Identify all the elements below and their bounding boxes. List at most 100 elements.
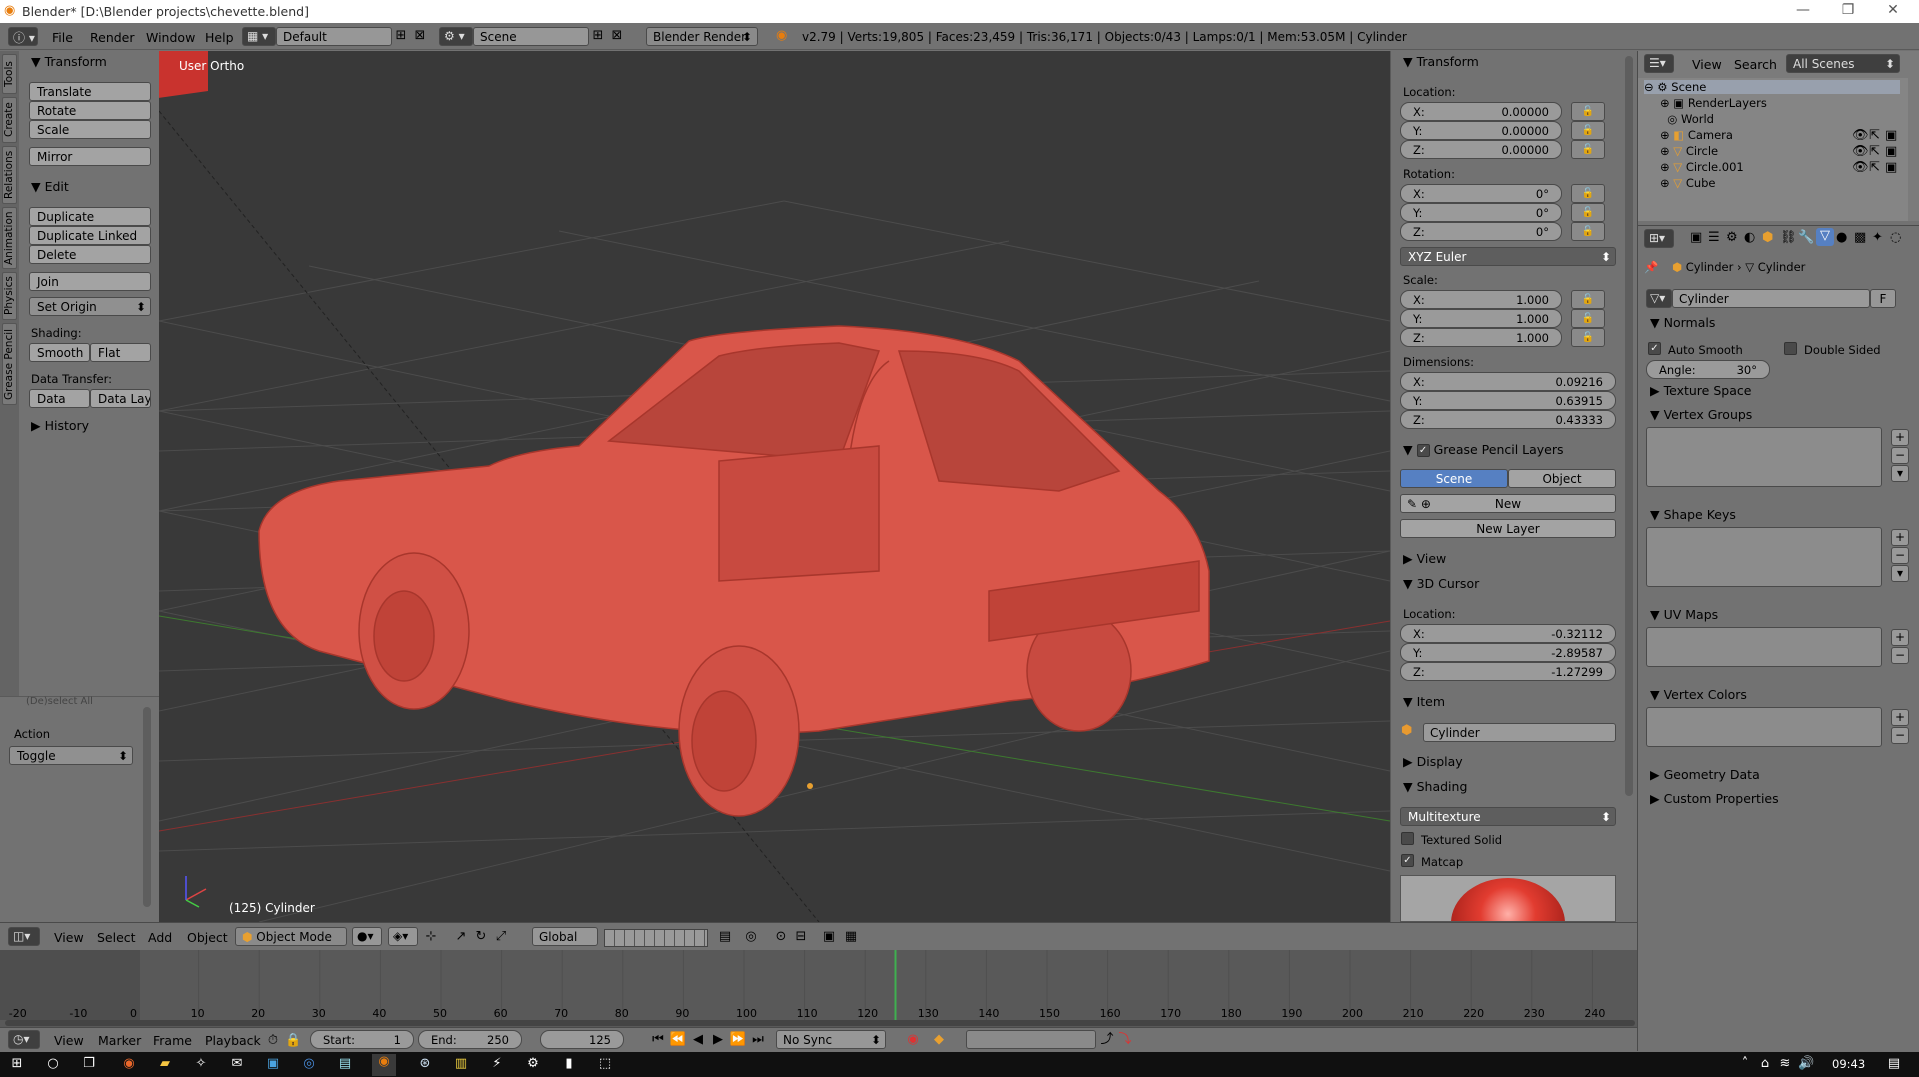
grease-pencil-checkbox[interactable]: ✓ — [1416, 444, 1430, 457]
app-icon[interactable]: ⬚ — [596, 1056, 614, 1072]
shading-panel-title[interactable]: ▼ Shading — [1403, 779, 1467, 794]
play-reverse-icon[interactable]: ◀ — [688, 1032, 708, 1048]
cursor-select-icon[interactable]: ⇱ — [1869, 160, 1880, 176]
dimensions-z[interactable]: Z: 0.43333 — [1400, 410, 1616, 429]
layers-tab-icon[interactable]: ☰ — [1708, 230, 1720, 246]
lock-icon[interactable]: 🔓 — [1571, 140, 1605, 159]
vertex-colors-title[interactable]: ▼ Vertex Colors — [1650, 687, 1747, 702]
jump-end-icon[interactable]: ⏭ — [748, 1032, 768, 1048]
render-preview-icon[interactable]: ▣ — [820, 929, 838, 945]
preview-range-icon[interactable]: ⏱ — [265, 1033, 281, 1049]
lock-icon[interactable]: 🔓 — [1571, 121, 1605, 140]
auto-smooth-checkbox[interactable]: ✓ — [1648, 342, 1661, 355]
fake-user-button[interactable]: F — [1870, 289, 1896, 308]
outliner-row-cube[interactable]: ⊕ ▽ Cube — [1660, 176, 1716, 190]
record-icon[interactable]: ◉ — [904, 1032, 922, 1048]
cursor-select-icon[interactable]: ⇱ — [1869, 144, 1880, 160]
tray-chevron-up-icon[interactable]: ˄ — [1738, 1056, 1752, 1072]
snap-element-icon[interactable]: ⊟ — [792, 929, 810, 945]
location-y[interactable]: Y: 0.00000 — [1400, 121, 1562, 140]
app-icon[interactable]: ▥ — [452, 1056, 470, 1072]
set-origin-button[interactable]: Set Origin ⬍ — [29, 297, 151, 316]
uv-maps-title[interactable]: ▼ UV Maps — [1650, 607, 1718, 622]
item-panel-title[interactable]: ▼ Item — [1403, 694, 1445, 709]
start-frame-field[interactable]: Start: 1 — [310, 1030, 414, 1049]
data-transfer-button[interactable]: Data — [29, 389, 90, 408]
frame-menu[interactable]: Frame — [153, 1033, 192, 1048]
lock-icon[interactable]: 🔓 — [1571, 203, 1605, 222]
eye-icon[interactable]: 👁 — [1852, 144, 1869, 160]
scene-tab-icon[interactable]: ⚙ — [1726, 230, 1738, 246]
dimensions-x[interactable]: X: 0.09216 — [1400, 372, 1616, 391]
scene-field[interactable]: Scene — [473, 27, 589, 46]
outliner-row-renderlayers[interactable]: ⊕ ▣ RenderLayers — [1660, 96, 1767, 110]
firefox-icon[interactable]: ◉ — [120, 1056, 138, 1072]
sync-mode-select[interactable]: No Sync ⬍ — [776, 1030, 886, 1049]
operator-scrollbar[interactable] — [143, 707, 151, 907]
physics-tab-icon[interactable]: ◌ — [1890, 230, 1901, 246]
rotate-manipulator-icon[interactable]: ↻ — [472, 929, 490, 945]
timeline-editor-button[interactable]: ◷▾ — [8, 1030, 40, 1049]
previous-keyframe-icon[interactable]: ⏪ — [668, 1032, 688, 1048]
matcap-preview[interactable] — [1400, 875, 1616, 922]
eye-icon[interactable]: 👁 — [1852, 160, 1869, 176]
object-tab-icon[interactable]: ⬢ — [1762, 230, 1773, 246]
outliner-editor-button[interactable]: ☰▾ — [1644, 54, 1674, 73]
smooth-button[interactable]: Smooth — [29, 343, 90, 362]
screen-layout-field[interactable]: Default — [276, 27, 392, 46]
keying-set-icon[interactable]: ◆ — [930, 1032, 948, 1048]
tab-animation[interactable]: Animation — [2, 207, 17, 269]
vertex-groups-list[interactable] — [1646, 427, 1882, 487]
particles-tab-icon[interactable]: ✦ — [1872, 230, 1883, 246]
rotation-x[interactable]: X: 0° — [1400, 184, 1562, 203]
keying-set-field[interactable] — [966, 1030, 1096, 1049]
marker-menu[interactable]: Marker — [98, 1033, 141, 1048]
lock-icon[interactable]: 🔒 — [285, 1033, 301, 1049]
action-select[interactable]: Toggle ⬍ — [9, 746, 133, 765]
mirror-button[interactable]: Mirror — [29, 147, 151, 166]
shading-mode-select[interactable]: Multitexture ⬍ — [1400, 807, 1616, 826]
notifications-icon[interactable]: ▤ — [1885, 1056, 1903, 1072]
select-menu[interactable]: Select — [97, 930, 136, 945]
mesh-data-browse[interactable]: ▽▾ — [1646, 289, 1672, 308]
display-panel-title[interactable]: ▶ Display — [1403, 754, 1463, 769]
duplicate-linked-button[interactable]: Duplicate Linked — [29, 226, 151, 245]
outliner-view-menu[interactable]: View — [1692, 57, 1722, 72]
viewport-shading-select[interactable]: ●▾ — [352, 927, 382, 946]
timeline-scrollbar[interactable] — [5, 1020, 1635, 1026]
3d-viewport[interactable]: User Ortho (125) Cylinder — [159, 51, 1390, 922]
3d-view-editor-button[interactable]: ◫▾ — [8, 927, 40, 946]
rotation-y[interactable]: Y: 0° — [1400, 203, 1562, 222]
gp-scene-button[interactable]: Scene — [1400, 469, 1508, 488]
normals-panel-title[interactable]: ▼ Normals — [1650, 315, 1715, 330]
tab-create[interactable]: Create — [2, 97, 17, 143]
scale-manipulator-icon[interactable]: ⤢ — [492, 929, 510, 945]
insert-keyframe-icon[interactable]: ⤴ — [1098, 1032, 1116, 1048]
dimensions-y[interactable]: Y: 0.63915 — [1400, 391, 1616, 410]
modifiers-tab-icon[interactable]: 🔧 — [1798, 230, 1814, 246]
rotation-mode-select[interactable]: XYZ Euler ⬍ — [1400, 247, 1616, 266]
add-menu[interactable]: Add — [148, 930, 172, 945]
shape-key-menu-button[interactable]: ▾ — [1891, 565, 1909, 582]
lock-layers-icon[interactable]: ▤ — [716, 929, 734, 945]
app-icon[interactable]: ▣ — [264, 1056, 282, 1072]
data-layout-button[interactable]: Data Layo — [90, 389, 151, 408]
view-panel-title[interactable]: ▶ View — [1403, 551, 1446, 566]
remove-uv-map-button[interactable]: − — [1891, 647, 1909, 664]
cursor-z[interactable]: Z: -1.27299 — [1400, 662, 1616, 681]
notes-icon[interactable]: ▤ — [336, 1056, 354, 1072]
render-animation-icon[interactable]: ▦ — [842, 929, 860, 945]
texture-space-title[interactable]: ▶ Texture Space — [1650, 383, 1751, 398]
layer-buttons[interactable] — [604, 929, 708, 947]
screen-layout-icon[interactable]: ▦ ▾ — [242, 27, 276, 46]
gp-new-layer-button[interactable]: New Layer — [1400, 519, 1616, 538]
join-button[interactable]: Join — [29, 272, 151, 291]
double-sided-checkbox[interactable] — [1784, 342, 1797, 355]
shape-keys-title[interactable]: ▼ Shape Keys — [1650, 507, 1736, 522]
grease-pencil-title[interactable]: ▼ ✓ Grease Pencil Layers — [1403, 442, 1564, 457]
history-panel-title[interactable]: ▶ History — [31, 418, 89, 433]
vertex-groups-title[interactable]: ▼ Vertex Groups — [1650, 407, 1752, 422]
item-name-field[interactable]: Cylinder — [1423, 723, 1616, 742]
matcap-checkbox[interactable]: ✓ — [1401, 854, 1414, 867]
properties-editor-button[interactable]: ⊞▾ — [1644, 229, 1674, 248]
